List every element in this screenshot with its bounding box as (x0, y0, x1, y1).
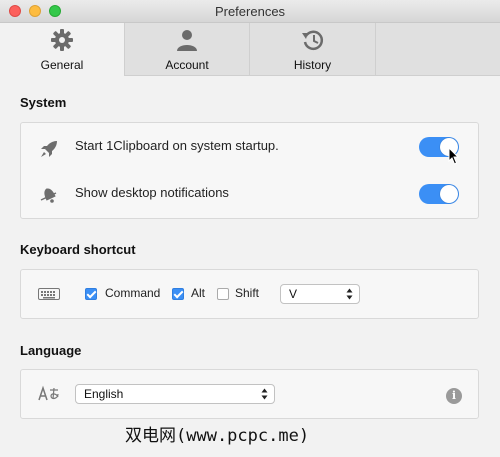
preferences-window: Preferences General Account History Syst… (0, 0, 500, 457)
mouse-cursor-icon (448, 147, 460, 165)
keyboard-icon (38, 288, 60, 300)
window-title: Preferences (214, 4, 286, 19)
title-bar: Preferences (0, 0, 500, 23)
shortcut-key-value: V (289, 287, 298, 301)
rocket-icon (41, 141, 57, 157)
tab-account-label: Account (165, 58, 209, 72)
tab-bar: General Account History (0, 23, 500, 76)
keyboard-box: Command Alt Shift V (20, 269, 479, 319)
startup-label: Start 1Clipboard on system startup. (75, 138, 279, 153)
language-box: English i (20, 369, 479, 419)
language-value: English (84, 387, 124, 401)
select-arrows-icon (261, 388, 268, 400)
tab-general-label: General (40, 58, 84, 72)
watermark-text: 双电网(www.pcpc.me) (125, 426, 310, 446)
translate-icon (38, 385, 59, 401)
keyboard-section-title: Keyboard shortcut (20, 242, 136, 257)
tab-history-label: History (293, 58, 332, 72)
shortcut-key-select[interactable]: V (280, 284, 360, 304)
history-icon (301, 30, 323, 51)
shift-label: Shift (235, 286, 260, 300)
general-pane: System Start 1Clipboard on system startu… (0, 76, 500, 457)
toggle-knob (440, 185, 458, 203)
alt-checkbox[interactable] (172, 288, 184, 300)
tab-history[interactable]: History (250, 23, 376, 75)
notifications-label: Show desktop notifications (75, 185, 229, 200)
command-label: Command (105, 286, 161, 300)
system-section-title: System (20, 95, 67, 110)
shift-checkbox[interactable] (217, 288, 229, 300)
notification-bell-icon (40, 188, 57, 203)
user-icon (177, 30, 197, 51)
gear-icon (51, 29, 73, 51)
select-arrows-icon (346, 288, 353, 300)
tab-account[interactable]: Account (125, 23, 250, 75)
notifications-toggle[interactable] (419, 184, 459, 204)
system-box: Start 1Clipboard on system startup. Show… (20, 122, 479, 219)
alt-label: Alt (191, 286, 206, 300)
language-section-title: Language (20, 343, 82, 358)
info-icon[interactable]: i (446, 388, 462, 404)
command-checkbox[interactable] (85, 288, 97, 300)
tab-general[interactable]: General (0, 23, 125, 76)
language-select[interactable]: English (75, 384, 275, 404)
